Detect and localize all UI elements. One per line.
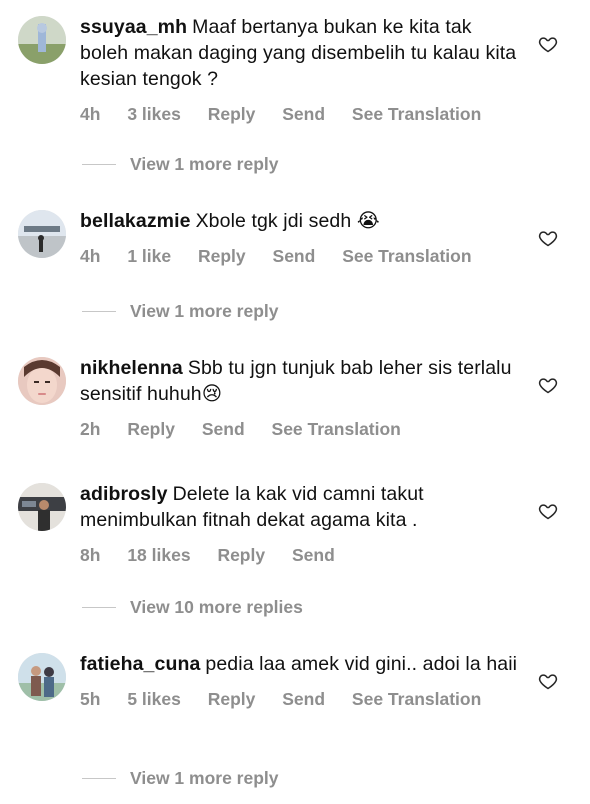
comment-meta: 8h 18 likes Reply Send	[80, 545, 520, 566]
comment-time: 4h	[80, 104, 101, 124]
comment-text: adibrosly Delete la kak vid camni takut m…	[80, 481, 520, 533]
comment-text: fatieha_cuna pedia laa amek vid gini.. ad…	[80, 651, 520, 677]
see-translation-button[interactable]: See Translation	[352, 104, 481, 124]
view-more-replies[interactable]: View 1 more reply	[82, 154, 279, 175]
send-button[interactable]: Send	[273, 246, 316, 266]
reply-button[interactable]: Reply	[208, 689, 256, 709]
comment-time: 5h	[80, 689, 101, 709]
comment-time: 8h	[80, 545, 101, 565]
avatar[interactable]	[18, 483, 66, 531]
likes-count[interactable]: 18 likes	[127, 545, 190, 565]
avatar[interactable]	[18, 653, 66, 701]
see-translation-button[interactable]: See Translation	[342, 246, 471, 266]
see-translation-button[interactable]: See Translation	[272, 419, 401, 439]
comment-time: 4h	[80, 246, 101, 266]
divider-line	[82, 164, 116, 165]
comment-body: Xbole tgk jdi sedh 😭	[195, 210, 380, 232]
comment-body: pedia laa amek vid gini.. adoi la haii	[205, 653, 518, 675]
view-more-label[interactable]: View 1 more reply	[130, 154, 279, 175]
send-button[interactable]: Send	[282, 689, 325, 709]
comment-username[interactable]: nikhelenna	[80, 357, 183, 379]
send-button[interactable]: Send	[292, 545, 335, 565]
divider-line	[82, 311, 116, 312]
divider-line	[82, 607, 116, 608]
comment-username[interactable]: adibrosly	[80, 483, 168, 505]
heart-outline-icon[interactable]	[538, 375, 558, 395]
send-button[interactable]: Send	[282, 104, 325, 124]
reply-button[interactable]: Reply	[198, 246, 246, 266]
view-more-replies[interactable]: View 1 more reply	[82, 768, 279, 789]
send-button[interactable]: Send	[202, 419, 245, 439]
view-more-replies[interactable]: View 1 more reply	[82, 301, 279, 322]
reply-button[interactable]: Reply	[127, 419, 175, 439]
comment-text: bellakazmie Xbole tgk jdi sedh 😭	[80, 208, 520, 234]
comment-meta: 2h Reply Send See Translation	[80, 419, 520, 440]
comment-username[interactable]: ssuyaa_mh	[80, 16, 187, 38]
divider-line	[82, 778, 116, 779]
reply-button[interactable]: Reply	[217, 545, 265, 565]
see-translation-button[interactable]: See Translation	[352, 689, 481, 709]
comment-username[interactable]: bellakazmie	[80, 210, 191, 232]
reply-button[interactable]: Reply	[208, 104, 256, 124]
view-more-replies[interactable]: View 10 more replies	[82, 597, 303, 618]
comment-text: ssuyaa_mh Maaf bertanya bukan ke kita tak…	[80, 14, 520, 92]
avatar[interactable]	[18, 16, 66, 64]
likes-count[interactable]: 1 like	[127, 246, 171, 266]
avatar[interactable]	[18, 357, 66, 405]
heart-outline-icon[interactable]	[538, 34, 558, 54]
comment-meta: 5h 5 likes Reply Send See Translation	[80, 689, 520, 710]
avatar[interactable]	[18, 210, 66, 258]
view-more-label[interactable]: View 1 more reply	[130, 768, 279, 789]
likes-count[interactable]: 5 likes	[127, 689, 181, 709]
view-more-label[interactable]: View 1 more reply	[130, 301, 279, 322]
heart-outline-icon[interactable]	[538, 228, 558, 248]
likes-count[interactable]: 3 likes	[127, 104, 181, 124]
heart-outline-icon[interactable]	[538, 671, 558, 691]
view-more-label[interactable]: View 10 more replies	[130, 597, 303, 618]
comment-meta: 4h 1 like Reply Send See Translation	[80, 246, 520, 267]
heart-outline-icon[interactable]	[538, 501, 558, 521]
comment-time: 2h	[80, 419, 101, 439]
comment-meta: 4h 3 likes Reply Send See Translation	[80, 104, 520, 125]
comment-text: nikhelenna Sbb tu jgn tunjuk bab leher si…	[80, 355, 520, 407]
comment-username[interactable]: fatieha_cuna	[80, 653, 200, 675]
